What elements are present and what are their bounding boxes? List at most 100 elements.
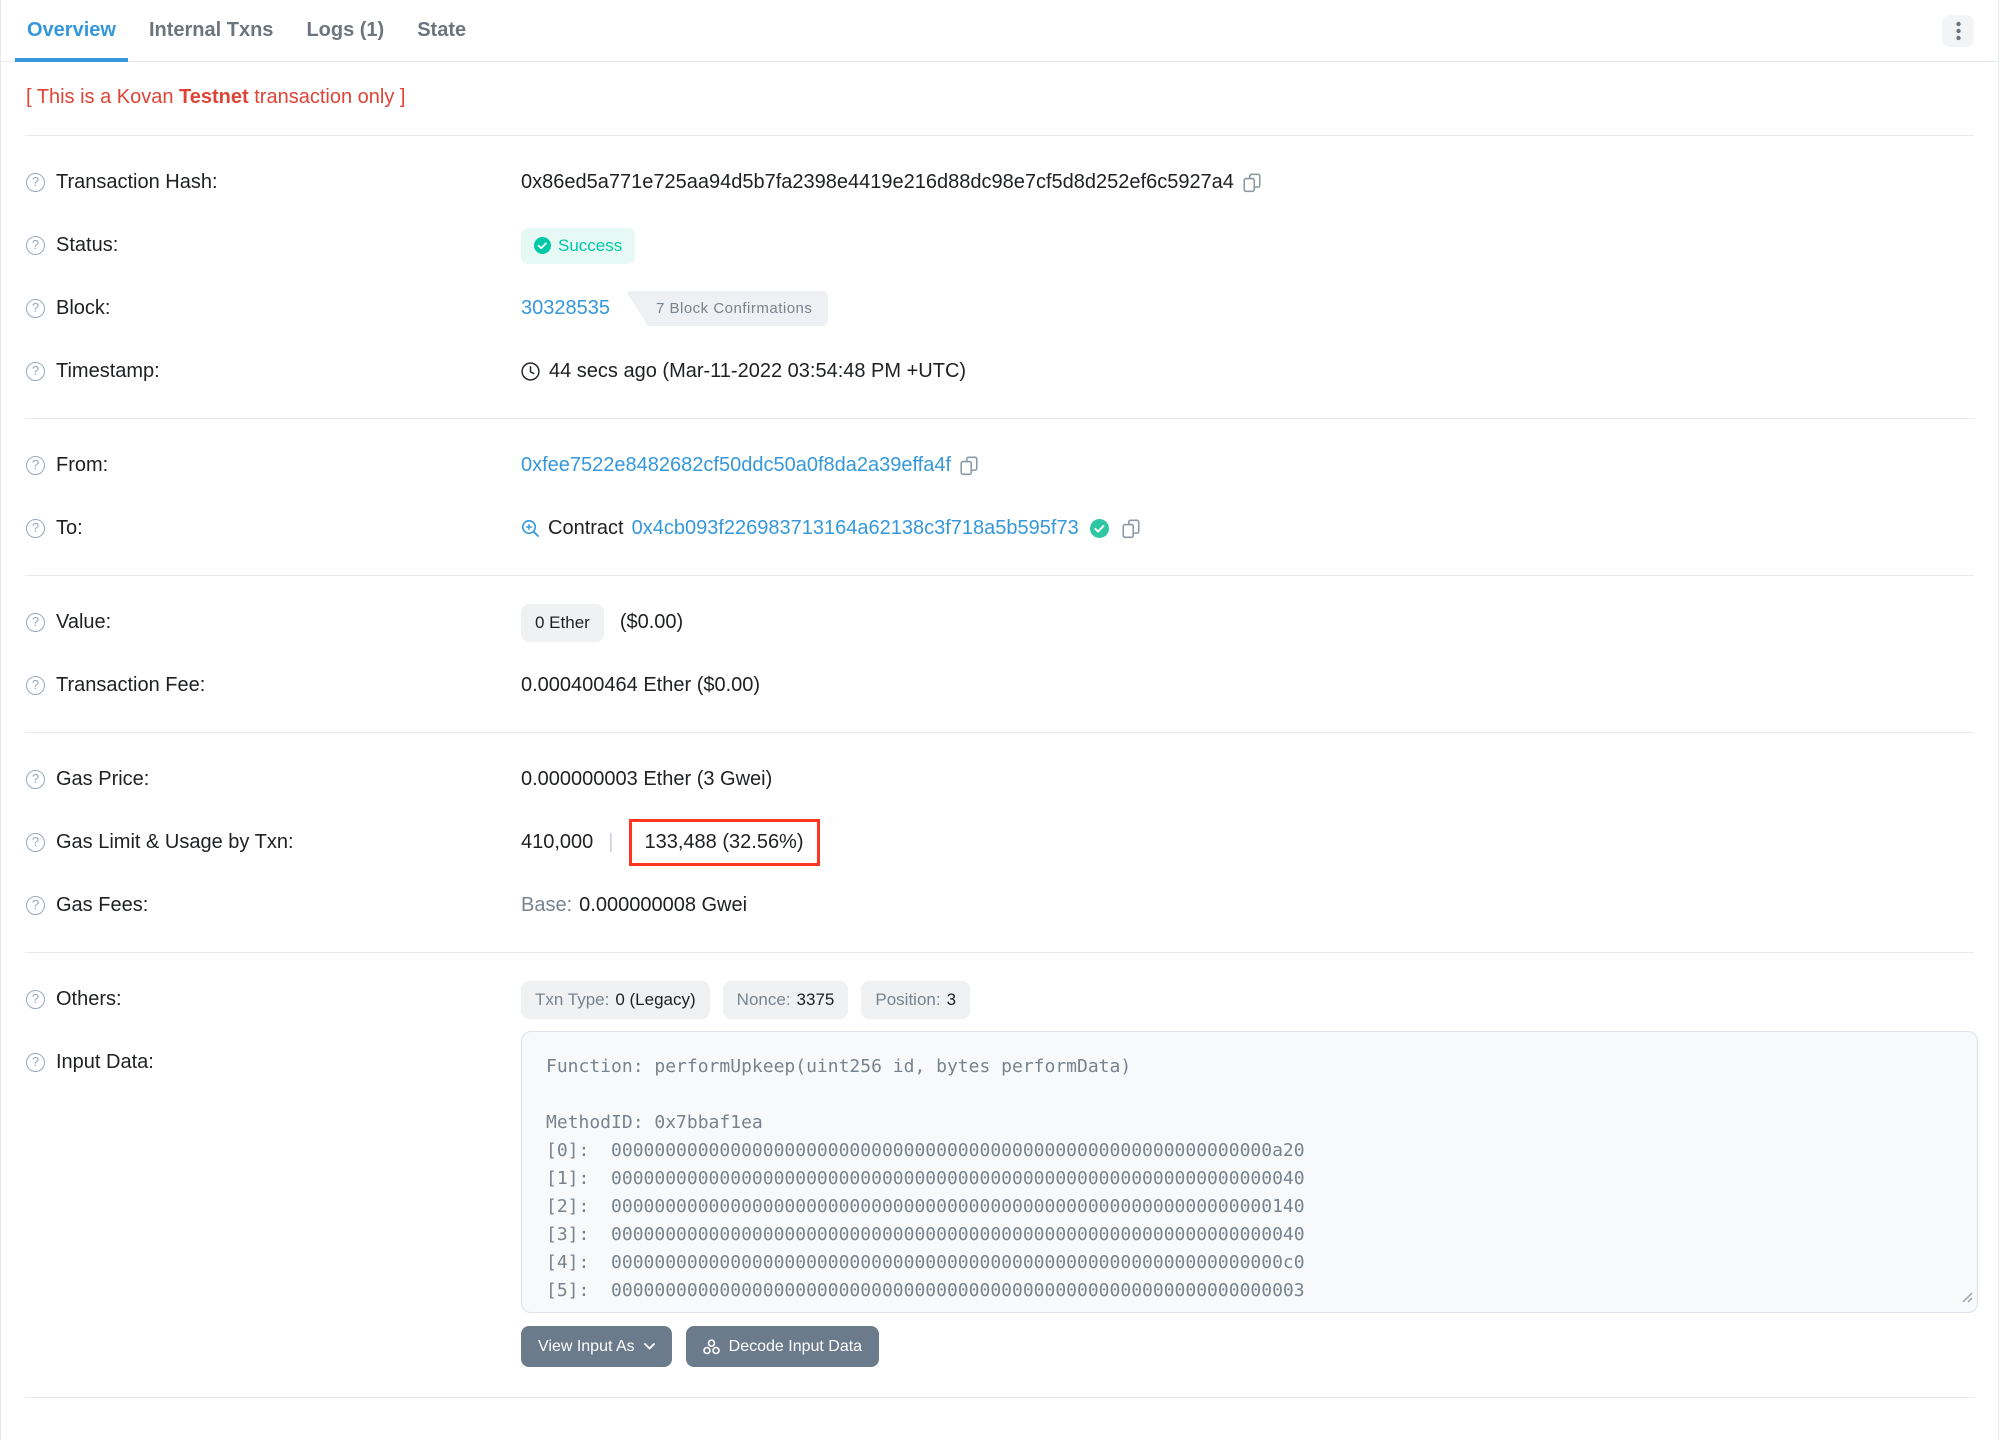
tab-internal-txns[interactable]: Internal Txns [137,0,285,61]
resize-handle[interactable] [1961,1287,1973,1308]
to-address-link[interactable]: 0x4cb093f226983713164a62138c3f718a5b595f… [632,517,1079,540]
group-gas: ? Gas Price: 0.000000003 Ether (3 Gwei) … [1,733,1998,952]
row-to: ? To: Contract 0x4cb093f226983713164a621… [26,497,1973,560]
input-data-textarea[interactable]: Function: performUpkeep(uint256 id, byte… [521,1031,1978,1313]
tab-state[interactable]: State [405,0,478,61]
input-param-line: [4]: 00000000000000000000000000000000000… [546,1252,1305,1273]
help-icon[interactable]: ? [26,1053,45,1072]
group-addresses: ? From: 0xfee7522e8482682cf50ddc50a0f8da… [1,419,1998,575]
row-gas-limit-usage: ? Gas Limit & Usage by Txn: 410,000 | 13… [26,811,1973,874]
copy-icon[interactable] [1122,519,1140,539]
transaction-details-card: Overview Internal Txns Logs (1) State [ … [0,0,1999,1440]
group-others-input: ? Others: Txn Type: 0 (Legacy) Nonce: 3375… [1,953,1998,1382]
from-label: From: [56,454,109,476]
help-icon[interactable]: ? [26,456,45,475]
tab-logs[interactable]: Logs (1) [294,0,396,61]
transaction-fee-value: 0.000400464 Ether ($0.00) [521,674,761,696]
verified-check-icon [1089,519,1109,538]
help-icon[interactable]: ? [26,236,45,255]
txn-type-value: 0 (Legacy) [615,989,696,1009]
copy-icon[interactable] [960,456,978,476]
transaction-hash-value: 0x86ed5a771e725aa94d5b7fa2398e4419e216d8… [521,171,1234,193]
nonce-badge: Nonce: 3375 [722,980,849,1019]
row-transaction-hash: ? Transaction Hash: 0x86ed5a771e725aa94d… [26,151,1973,214]
ether-value-badge: 0 Ether [521,603,604,642]
nonce-key: Nonce: [736,989,791,1009]
gas-limit-value: 410,000 [521,831,594,853]
block-confirmations-badge: 7 Block Confirmations [625,291,829,326]
value-label: Value: [56,611,112,633]
help-icon[interactable]: ? [26,519,45,538]
check-circle-icon [534,237,551,254]
gas-separator: | [608,831,614,853]
help-icon[interactable]: ? [26,613,45,632]
help-icon[interactable]: ? [26,173,45,192]
row-timestamp: ? Timestamp: 44 secs ago (Mar-11-2022 03… [26,340,1973,403]
position-key: Position: [875,989,941,1009]
gas-usage-value: 133,488 (32.56%) [644,831,804,853]
row-block: ? Block: 30328535 7 Block Confirmations [26,277,1973,340]
help-icon[interactable]: ? [26,362,45,381]
decode-label: Decode Input Data [728,1337,863,1355]
input-param-line: [3]: 00000000000000000000000000000000000… [546,1224,1305,1245]
row-others: ? Others: Txn Type: 0 (Legacy) Nonce: 3375… [26,968,1973,1031]
status-label: Status: [56,234,119,256]
row-gas-price: ? Gas Price: 0.000000003 Ether (3 Gwei) [26,748,1973,811]
usd-value: ($0.00) [619,611,684,633]
magnifier-plus-icon[interactable] [521,519,540,538]
status-text: Success [558,235,623,255]
txn-type-key: Txn Type: [535,989,610,1009]
nonce-value: 3375 [796,989,835,1009]
help-icon[interactable]: ? [26,896,45,915]
tab-bar: Overview Internal Txns Logs (1) State [1,0,1998,62]
help-icon[interactable]: ? [26,990,45,1009]
row-input-data: ? Input Data: Function: performUpkeep(ui… [26,1031,1978,1367]
from-address-link[interactable]: 0xfee7522e8482682cf50ddc50a0f8da2a39effa… [521,454,951,477]
tab-overview[interactable]: Overview [15,0,128,62]
highlight-box: 133,488 (32.56%) [628,819,820,866]
view-input-as-button[interactable]: View Input As [521,1326,672,1367]
base-fee-value: 0.000000008 Gwei [579,894,748,916]
input-methodid-line: MethodID: 0x7bbaf1ea [546,1112,763,1133]
help-icon[interactable]: ? [26,833,45,852]
decode-input-data-button[interactable]: Decode Input Data [685,1326,880,1367]
copy-icon[interactable] [1243,173,1261,193]
warning-suffix: transaction only ] [248,86,406,108]
others-label: Others: [56,988,122,1010]
divider [25,1397,1974,1398]
input-param-line: [1]: 00000000000000000000000000000000000… [546,1168,1305,1189]
transaction-fee-label: Transaction Fee: [56,674,206,696]
help-icon[interactable]: ? [26,676,45,695]
gas-price-label: Gas Price: [56,768,150,790]
timestamp-label: Timestamp: [56,360,160,382]
kebab-icon [1955,21,1961,40]
block-label: Block: [56,297,111,319]
gas-limit-label: Gas Limit & Usage by Txn: [56,831,294,853]
gas-price-value: 0.000000003 Ether (3 Gwei) [521,768,773,790]
more-options-button[interactable] [1942,14,1974,47]
row-from: ? From: 0xfee7522e8482682cf50ddc50a0f8da… [26,434,1973,497]
help-icon[interactable]: ? [26,770,45,789]
position-badge: Position: 3 [861,980,971,1019]
position-value: 3 [946,989,957,1009]
base-fee-label: Base: [521,894,573,916]
view-input-as-label: View Input As [538,1337,635,1355]
input-function-line: Function: performUpkeep(uint256 id, byte… [546,1056,1132,1077]
help-icon[interactable]: ? [26,299,45,318]
timestamp-value: 44 secs ago (Mar-11-2022 03:54:48 PM +UT… [549,360,967,382]
decode-icon [702,1338,720,1354]
warning-prefix: [ This is a Kovan [26,86,180,108]
chevron-down-icon [643,1343,655,1350]
group-basic: ? Transaction Hash: 0x86ed5a771e725aa94d… [1,136,1998,418]
input-blank-line [546,1081,1953,1109]
block-number-link[interactable]: 30328535 [521,297,610,320]
status-badge: Success [521,227,636,264]
row-status: ? Status: Success [26,214,1973,277]
txn-type-badge: Txn Type: 0 (Legacy) [521,980,710,1019]
gas-fees-label: Gas Fees: [56,894,149,916]
group-value: ? Value: 0 Ether ($0.00) ? Transaction F… [1,576,1998,732]
transaction-hash-label: Transaction Hash: [56,171,218,193]
row-transaction-fee: ? Transaction Fee: 0.000400464 Ether ($0… [26,654,1973,717]
row-gas-fees: ? Gas Fees: Base: 0.000000008 Gwei [26,874,1973,937]
input-param-line: [2]: 00000000000000000000000000000000000… [546,1196,1305,1217]
